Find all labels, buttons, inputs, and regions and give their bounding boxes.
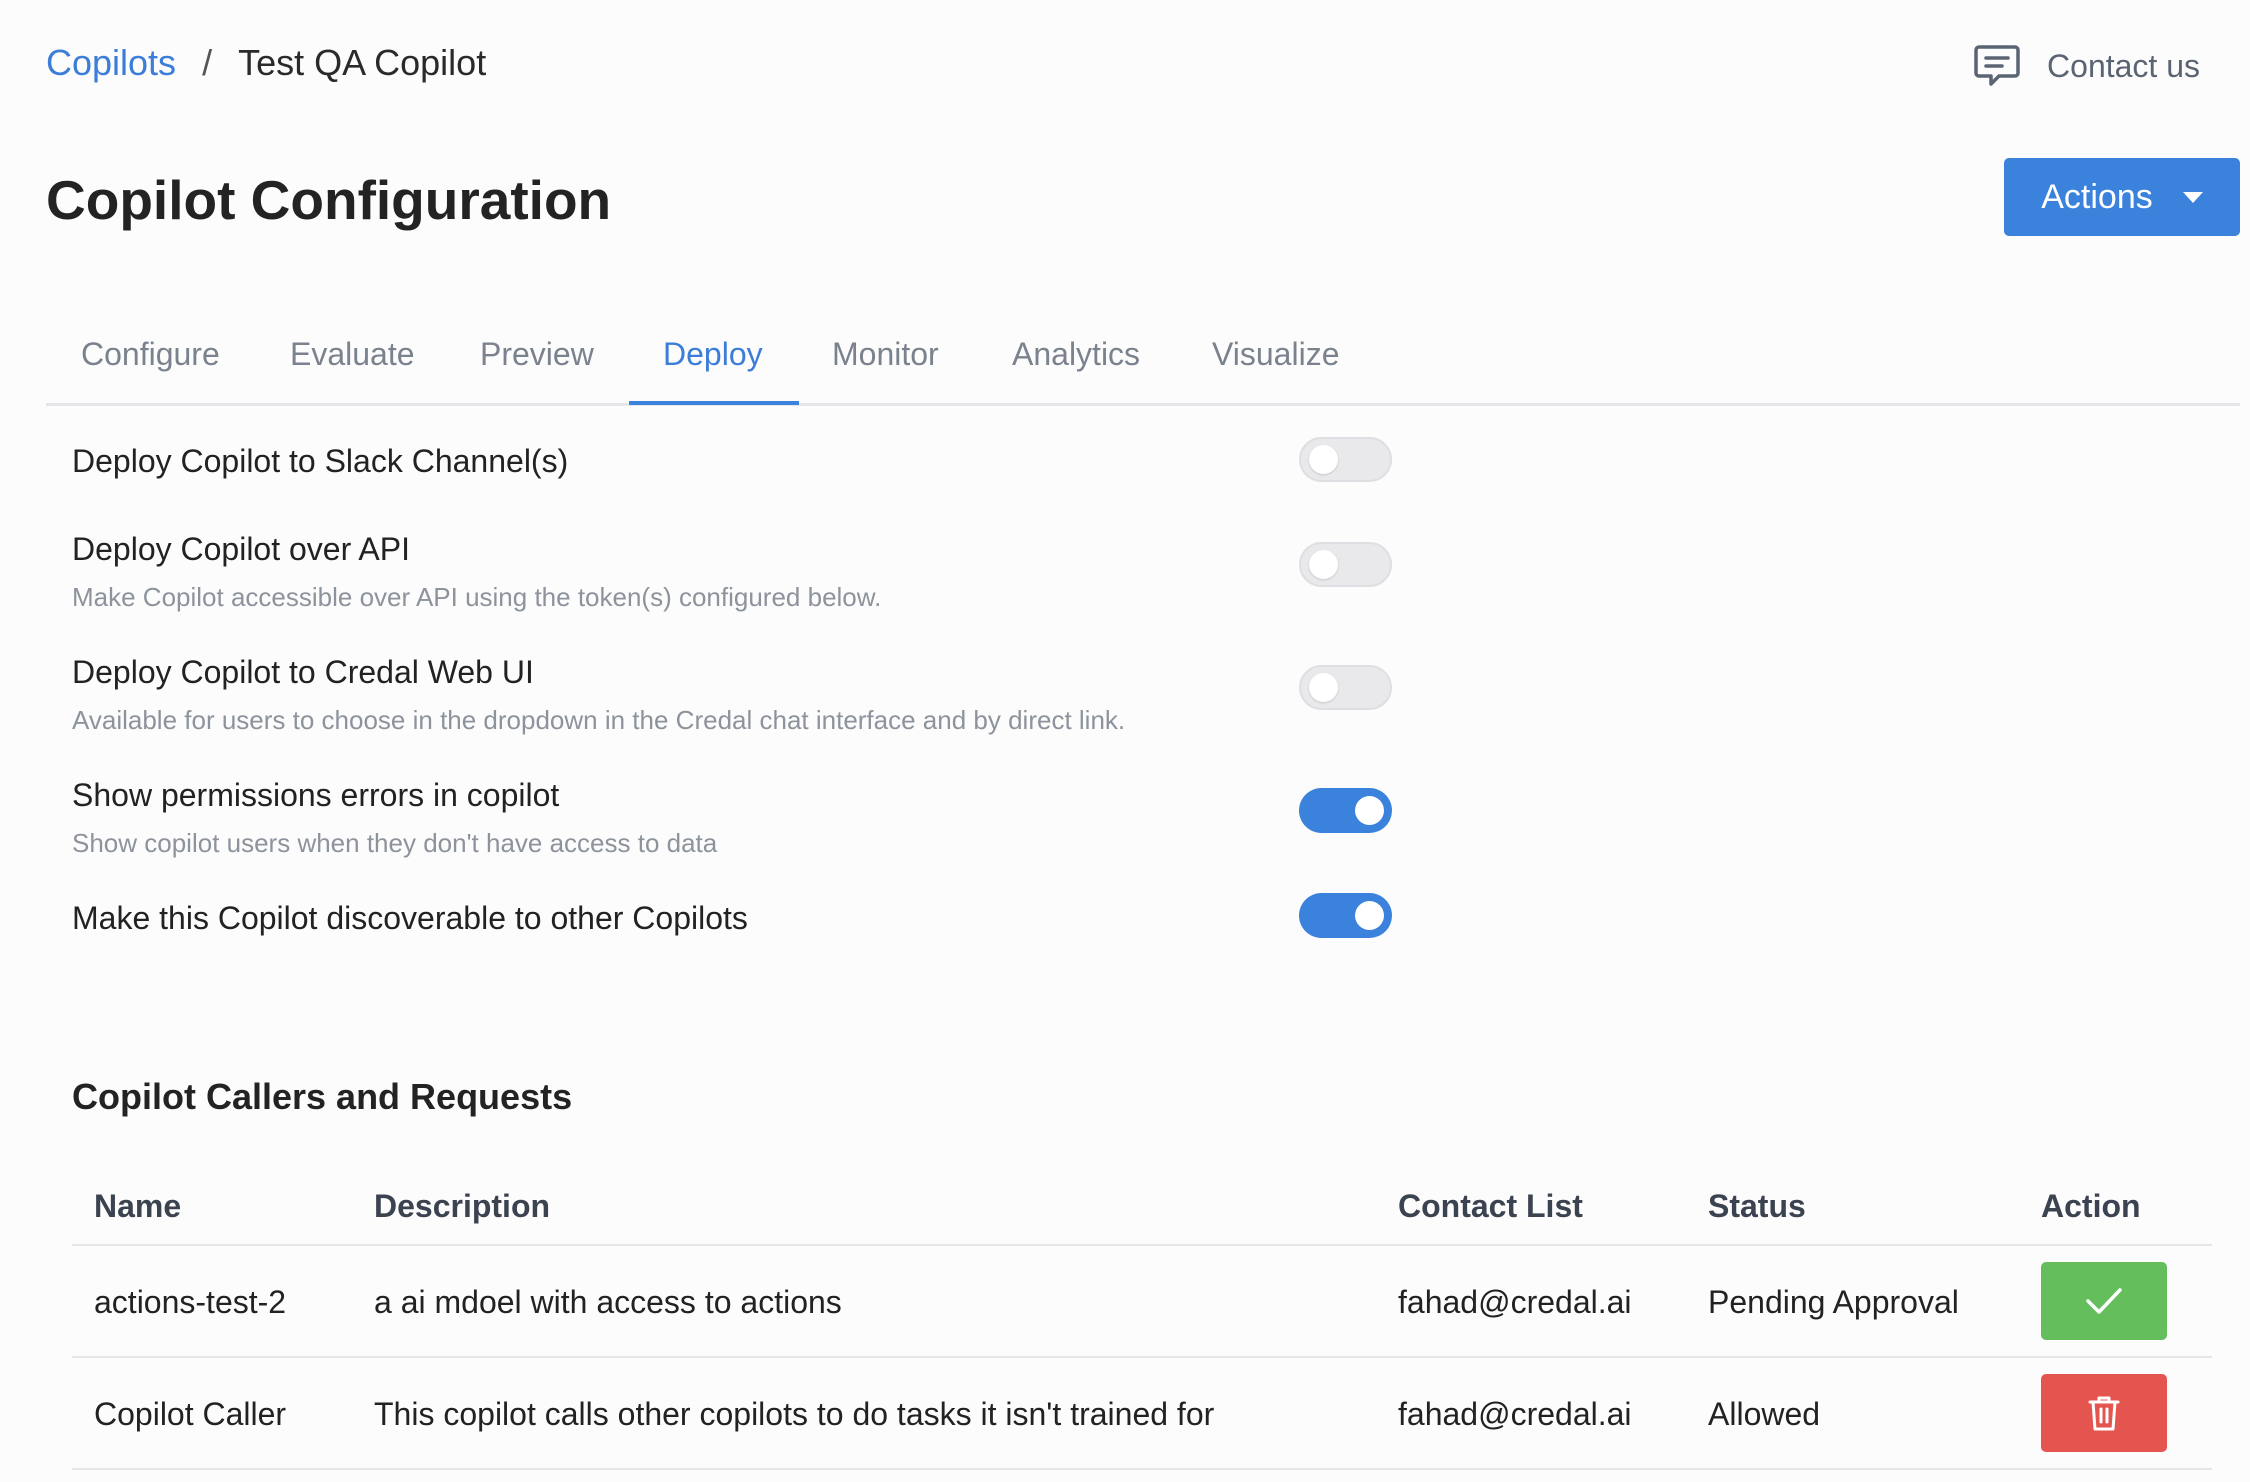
- active-tab-indicator: [629, 401, 799, 405]
- breadcrumb: Copilots / Test QA Copilot: [46, 42, 486, 84]
- toggle-knob: [1355, 901, 1384, 930]
- tab-evaluate[interactable]: Evaluate: [290, 336, 415, 373]
- cell-name: actions-test-2: [94, 1284, 287, 1320]
- breadcrumb-copilots-link[interactable]: Copilots: [46, 42, 176, 84]
- callers-table: Name Description Contact List Status Act…: [72, 1160, 2212, 1470]
- toggle-web-ui[interactable]: [1299, 665, 1392, 710]
- column-header-status: Status: [1708, 1188, 1806, 1224]
- setting-api: Deploy Copilot over API Make Copilot acc…: [72, 531, 881, 613]
- cell-status: Pending Approval: [1708, 1284, 1959, 1320]
- tab-monitor[interactable]: Monitor: [832, 336, 939, 373]
- breadcrumb-current: Test QA Copilot: [238, 42, 487, 83]
- actions-dropdown-button[interactable]: Actions: [2004, 158, 2240, 236]
- cell-contact: fahad@credal.ai: [1398, 1284, 1632, 1320]
- trash-icon: [2088, 1396, 2120, 1431]
- column-header-action: Action: [2041, 1188, 2141, 1224]
- cell-name: Copilot Caller: [94, 1396, 287, 1432]
- setting-slack: Deploy Copilot to Slack Channel(s): [72, 443, 568, 480]
- toggle-knob: [1309, 445, 1338, 474]
- toggle-knob: [1355, 796, 1384, 825]
- column-header-contact-list: Contact List: [1398, 1188, 1583, 1224]
- check-icon: [2086, 1288, 2122, 1314]
- setting-discoverable: Make this Copilot discoverable to other …: [72, 900, 748, 937]
- setting-label: Deploy Copilot to Slack Channel(s): [72, 443, 569, 479]
- toggle-knob: [1309, 673, 1338, 702]
- cell-contact: fahad@credal.ai: [1398, 1396, 1632, 1432]
- setting-label: Make this Copilot discoverable to other …: [72, 900, 748, 936]
- table-row: Copilot Caller This copilot calls other …: [72, 1358, 2212, 1470]
- cell-description: This copilot calls other copilots to do …: [374, 1396, 1215, 1432]
- page: Copilots / Test QA Copilot Contact us Co…: [0, 0, 2250, 1482]
- chat-bubble-icon: [1971, 40, 2023, 92]
- column-header-name: Name: [94, 1188, 182, 1224]
- setting-label: Deploy Copilot over API: [72, 531, 410, 567]
- setting-description: Make Copilot accessible over API using t…: [72, 582, 882, 612]
- toggle-slack[interactable]: [1299, 437, 1392, 482]
- setting-permissions-errors: Show permissions errors in copilot Show …: [72, 777, 717, 859]
- breadcrumb-separator: /: [202, 42, 213, 83]
- tab-bar: Configure Evaluate Preview Deploy Monito…: [46, 300, 2240, 406]
- table-row: actions-test-2 a ai mdoel with access to…: [72, 1246, 2212, 1358]
- setting-description: Available for users to choose in the dro…: [72, 705, 1126, 735]
- table-header: Name Description Contact List Status Act…: [72, 1160, 2212, 1246]
- setting-description: Show copilot users when they don't have …: [72, 828, 718, 858]
- tab-visualize[interactable]: Visualize: [1212, 336, 1339, 373]
- contact-us-link[interactable]: Contact us: [1971, 40, 2200, 92]
- callers-section-title: Copilot Callers and Requests: [72, 1076, 573, 1117]
- cell-status: Allowed: [1708, 1396, 1821, 1432]
- toggle-permissions-errors[interactable]: [1299, 788, 1392, 833]
- setting-label: Deploy Copilot to Credal Web UI: [72, 654, 534, 690]
- tab-preview[interactable]: Preview: [480, 336, 594, 373]
- approve-button[interactable]: [2041, 1262, 2167, 1340]
- setting-label: Show permissions errors in copilot: [72, 777, 560, 813]
- column-header-description: Description: [374, 1188, 551, 1224]
- toggle-api[interactable]: [1299, 542, 1392, 587]
- actions-label: Actions: [2041, 177, 2153, 216]
- toggle-discoverable[interactable]: [1299, 893, 1392, 938]
- tab-deploy[interactable]: Deploy: [663, 336, 763, 373]
- page-title: Copilot Configuration: [46, 169, 612, 231]
- delete-button[interactable]: [2041, 1374, 2167, 1452]
- contact-us-label: Contact us: [2047, 47, 2200, 84]
- caret-down-icon: [2182, 191, 2203, 203]
- cell-description: a ai mdoel with access to actions: [374, 1284, 842, 1320]
- tab-configure[interactable]: Configure: [81, 336, 220, 373]
- setting-web-ui: Deploy Copilot to Credal Web UI Availabl…: [72, 654, 1125, 736]
- toggle-knob: [1309, 550, 1338, 579]
- tab-analytics[interactable]: Analytics: [1012, 336, 1140, 373]
